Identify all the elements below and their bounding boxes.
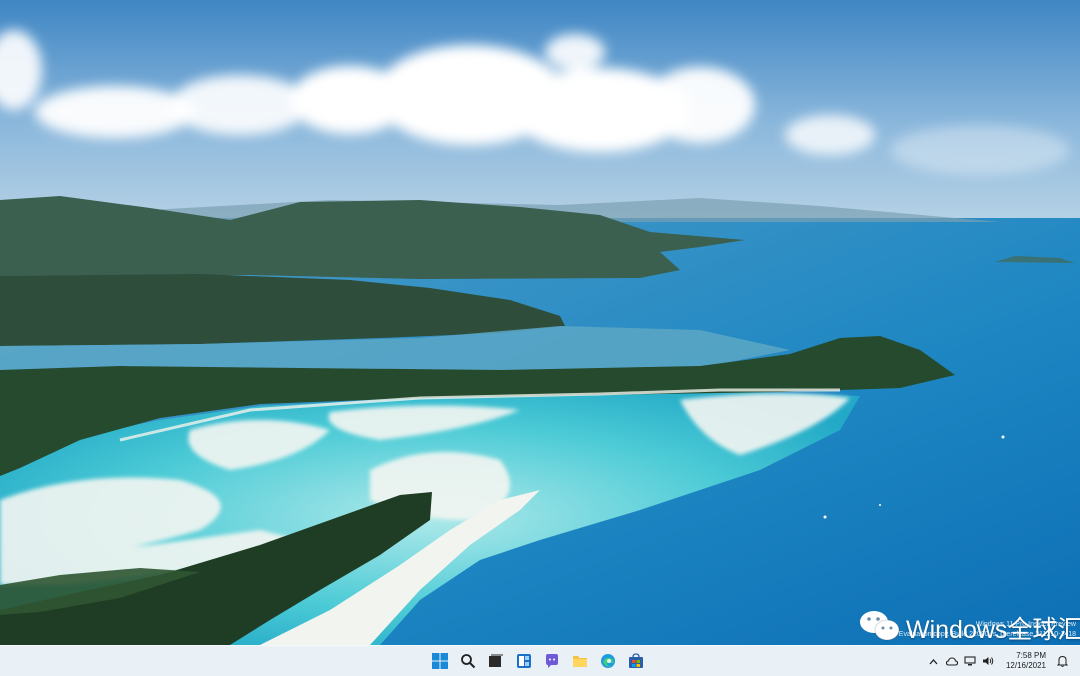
onedrive-cloud-icon[interactable] (945, 655, 958, 667)
clock-time: 7:58 PM (1016, 651, 1046, 660)
windows-start-icon[interactable] (430, 651, 450, 671)
edge-browser-icon[interactable] (598, 651, 618, 671)
system-tray: 7:58 PM 12/16/2021 (928, 646, 1068, 676)
insider-edition-text: Windows 11 Pro Insider Preview (975, 621, 1076, 628)
desktop-wallpaper (0, 0, 1080, 645)
widgets-icon[interactable] (514, 651, 534, 671)
insider-build-info: Windows 11 Pro Insider Preview Evaluatio… (899, 620, 1076, 640)
volume-icon[interactable] (982, 655, 994, 667)
file-explorer-icon[interactable] (570, 651, 590, 671)
chevron-up-icon[interactable] (928, 655, 940, 667)
clock-date: 12/16/2021 (1005, 661, 1046, 670)
task-view-icon[interactable] (486, 651, 506, 671)
notification-bell-icon[interactable] (1056, 655, 1068, 667)
insider-build-text: Evaluation copy. Build 22000.rs_prerelea… (898, 631, 1076, 638)
taskbar-pinned-apps (430, 651, 646, 671)
taskbar-clock[interactable]: 7:58 PM 12/16/2021 (1006, 651, 1046, 671)
search-icon[interactable] (458, 651, 478, 671)
wechat-icon (860, 611, 900, 641)
network-icon[interactable] (964, 655, 976, 667)
store-icon[interactable] (626, 651, 646, 671)
chat-icon[interactable] (542, 651, 562, 671)
taskbar: 7:58 PM 12/16/2021 (0, 645, 1080, 676)
